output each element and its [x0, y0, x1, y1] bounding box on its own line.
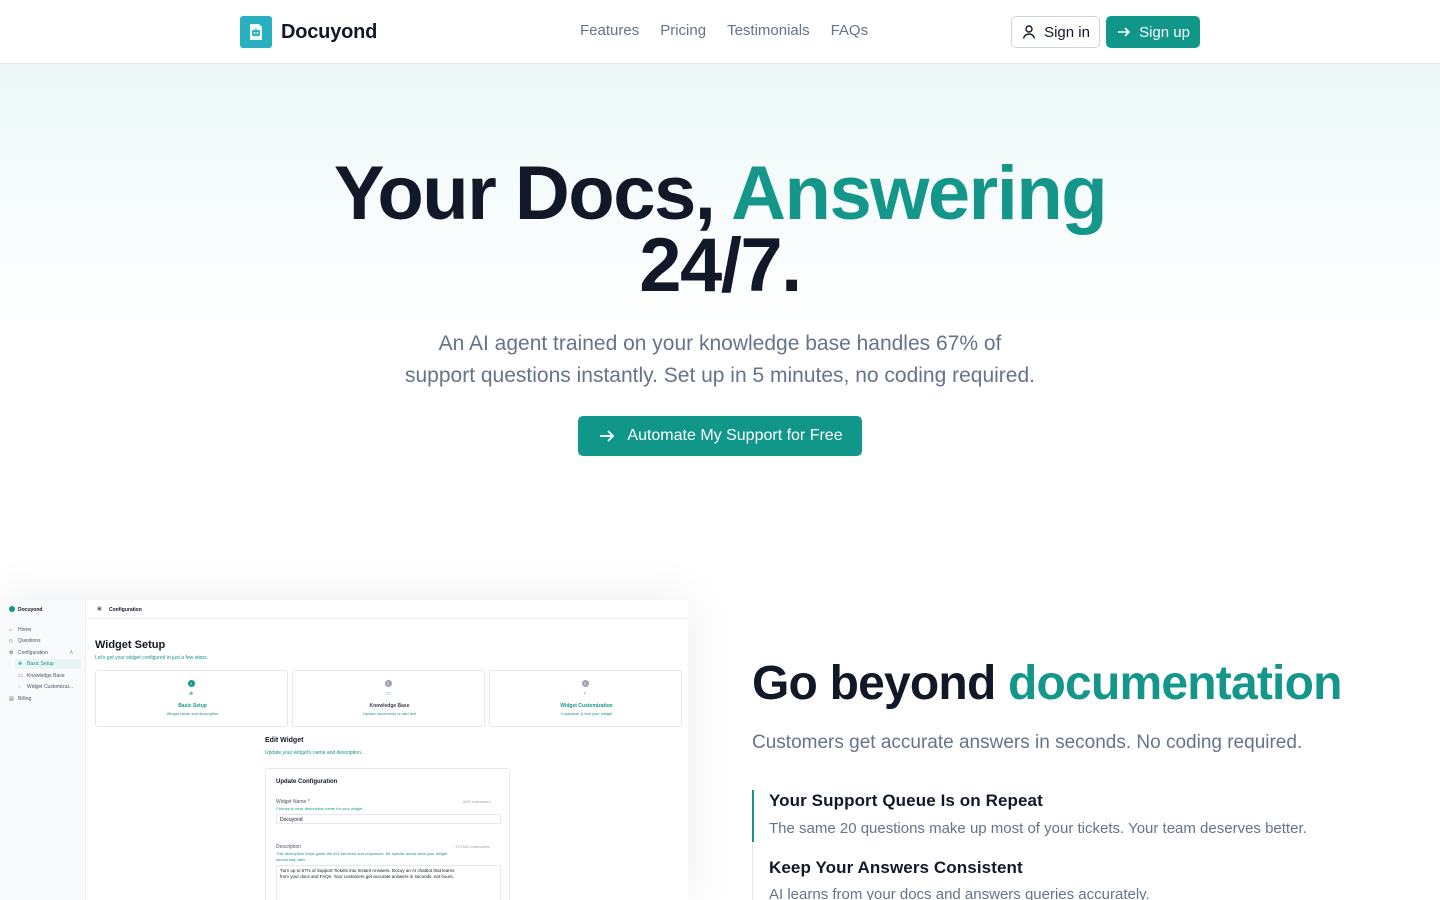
mockup-nav-basic-setup: Basic Setup — [27, 661, 54, 667]
mockup-breadcrumb: Configuration — [109, 607, 142, 613]
mockup-edit-title: Edit Widget — [265, 737, 304, 744]
mockup-name-hint: Choose a clear, descriptive name for you… — [276, 806, 363, 811]
mockup-main: ▣ Configuration Widget Setup Let's get y… — [87, 600, 688, 900]
hero-subtitle-line1: An AI agent trained on your knowledge ba… — [438, 332, 1002, 355]
mockup-nav-home-icon: ⌂ — [9, 627, 13, 633]
feature-item-title: Your Support Queue Is on Repeat — [769, 791, 1043, 810]
mockup-panel-icon: ▣ — [97, 606, 102, 612]
mockup-desc-hint-1: This description helps guide the AI's be… — [276, 851, 448, 856]
mockup-step-icon-1: ❉ — [189, 691, 194, 697]
mockup-edit-subtitle: Update your widget's name and descriptio… — [265, 750, 363, 756]
mockup-step-num-2: 2 — [387, 681, 390, 686]
mockup-step-num-3: 3 — [584, 681, 587, 686]
mockup-step-title-2: Knowledge Base — [369, 703, 410, 709]
sign-up-label: Sign up — [1139, 23, 1190, 41]
mockup-nav-configuration: Configuration — [18, 650, 48, 656]
feature-active-indicator — [752, 790, 754, 842]
mockup-name-count: 8/50 characters — [463, 799, 491, 804]
features-title: Go beyond documentation — [752, 656, 1342, 711]
feature-item-desc: The same 20 questions make up most of yo… — [769, 820, 1307, 837]
mockup-nav-config-icon: ⚙ — [9, 650, 14, 656]
brand[interactable]: Docuyond — [240, 16, 377, 48]
sign-in-button[interactable]: Sign in — [1011, 16, 1100, 48]
mockup-step-desc-3: Customize & test your widget — [560, 711, 613, 716]
bot-logo-icon — [240, 16, 272, 48]
sign-up-button[interactable]: Sign up — [1106, 16, 1200, 48]
nav-link-testimonials[interactable]: Testimonials — [727, 22, 810, 39]
mockup-desc-value-2: from your docs and FAQs. Your customers … — [280, 874, 454, 879]
mockup-step-icon-2: ▭ — [386, 691, 391, 697]
app-screenshot-mockup: Docuyond ⌂ Home ◇ Questions ⚙ Configurat… — [0, 600, 688, 900]
mockup-form-title: Update Configuration — [276, 779, 338, 785]
mockup-desc-label: Description — [276, 844, 302, 850]
mockup-sidebar: Docuyond ⌂ Home ◇ Questions ⚙ Configurat… — [0, 600, 86, 900]
hero-title: Your Docs, Answering 24/7. — [0, 156, 1440, 304]
mockup-config-form: Update Configuration Widget Name * 8/50 … — [265, 768, 510, 900]
hero-subtitle: An AI agent trained on your knowledge ba… — [380, 328, 1060, 392]
mockup-step-desc-2: Upload documents or add text — [362, 711, 417, 716]
mockup-subtitle: Let's get your widget configured in just… — [95, 655, 208, 661]
mockup-name-input: Docuyond — [276, 814, 501, 824]
mockup-nav-billing: Billing — [18, 696, 32, 702]
nav-link-features[interactable]: Features — [580, 22, 639, 39]
nav-link-faqs[interactable]: FAQs — [831, 22, 869, 39]
features-subtitle: Customers get accurate answers in second… — [752, 732, 1303, 753]
features-title-part1: Go beyond — [752, 657, 1009, 710]
mockup-step-card-3: 3 ✓ Widget Customization Customize & tes… — [489, 670, 682, 727]
nav-link-pricing[interactable]: Pricing — [660, 22, 706, 39]
arrow-right-icon — [600, 430, 615, 442]
mockup-logo-icon — [9, 606, 15, 614]
mockup-step-desc-1: Widget name and description — [166, 711, 219, 716]
mockup-nav-knowledge-base: Knowledge Base — [27, 673, 65, 679]
hero-subtitle-line2: support questions instantly. Set up in 5… — [405, 364, 1035, 387]
mockup-step-title-1: Basic Setup — [178, 703, 207, 709]
mockup-workspace: Docuyond — [18, 607, 43, 613]
automate-support-label: Automate My Support for Free — [627, 427, 843, 444]
mockup-desc-textarea: Turn up to 67% of Support Tickets into I… — [276, 865, 501, 900]
mockup-nav-home: Home — [18, 627, 32, 633]
mockup-topbar — [87, 600, 688, 619]
hero-title-part2: 24/7. — [639, 223, 802, 308]
top-nav: Docuyond Features Pricing Testimonials F… — [0, 0, 1440, 64]
mockup-name-value: Docuyond — [280, 817, 303, 823]
features-title-accent: documentation — [1008, 657, 1342, 710]
feature-item-desc: AI learns from your docs and answers que… — [769, 886, 1150, 900]
mockup-step-num-1: 1 — [190, 681, 193, 686]
mockup-desc-count: 172/500 characters — [455, 844, 490, 849]
mockup-nav-basic-setup-icon: ❉ — [18, 661, 23, 667]
user-icon — [1022, 25, 1036, 39]
mockup-desc-value-1: Turn up to 67% of Support Tickets into I… — [280, 868, 455, 873]
sign-in-label: Sign in — [1044, 23, 1090, 41]
mockup-nav-widget-icon: ◌ — [18, 684, 21, 690]
mockup-nav-questions: Questions — [18, 638, 41, 644]
automate-support-button[interactable]: Automate My Support for Free — [578, 416, 862, 456]
arrow-right-icon — [1118, 27, 1131, 37]
mockup-desc-hint-2: should help with. — [276, 857, 306, 862]
mockup-title: Widget Setup — [95, 639, 166, 651]
chevron-up-icon: ˄ — [70, 650, 73, 656]
mockup-nav-widget-customization: Widget Customizat... — [27, 684, 74, 690]
mockup-step-icon-3: ✓ — [583, 691, 588, 697]
nav-links: Features Pricing Testimonials FAQs — [580, 22, 868, 39]
brand-name: Docuyond — [281, 20, 378, 43]
mockup-step-card-2: 2 ▭ Knowledge Base Upload documents or a… — [292, 670, 485, 727]
mockup-step-card-1: 1 ❉ Basic Setup Widget name and descript… — [95, 670, 288, 727]
mockup-nav-billing-icon: ▤ — [9, 696, 14, 702]
feature-item-title: Keep Your Answers Consistent — [769, 858, 1023, 877]
mockup-nav-questions-icon: ◇ — [9, 638, 13, 644]
mockup-step-title-3: Widget Customization — [560, 703, 613, 709]
mockup-name-label: Widget Name * — [276, 799, 310, 805]
mockup-nav-kb-icon: ▭ — [18, 673, 23, 679]
